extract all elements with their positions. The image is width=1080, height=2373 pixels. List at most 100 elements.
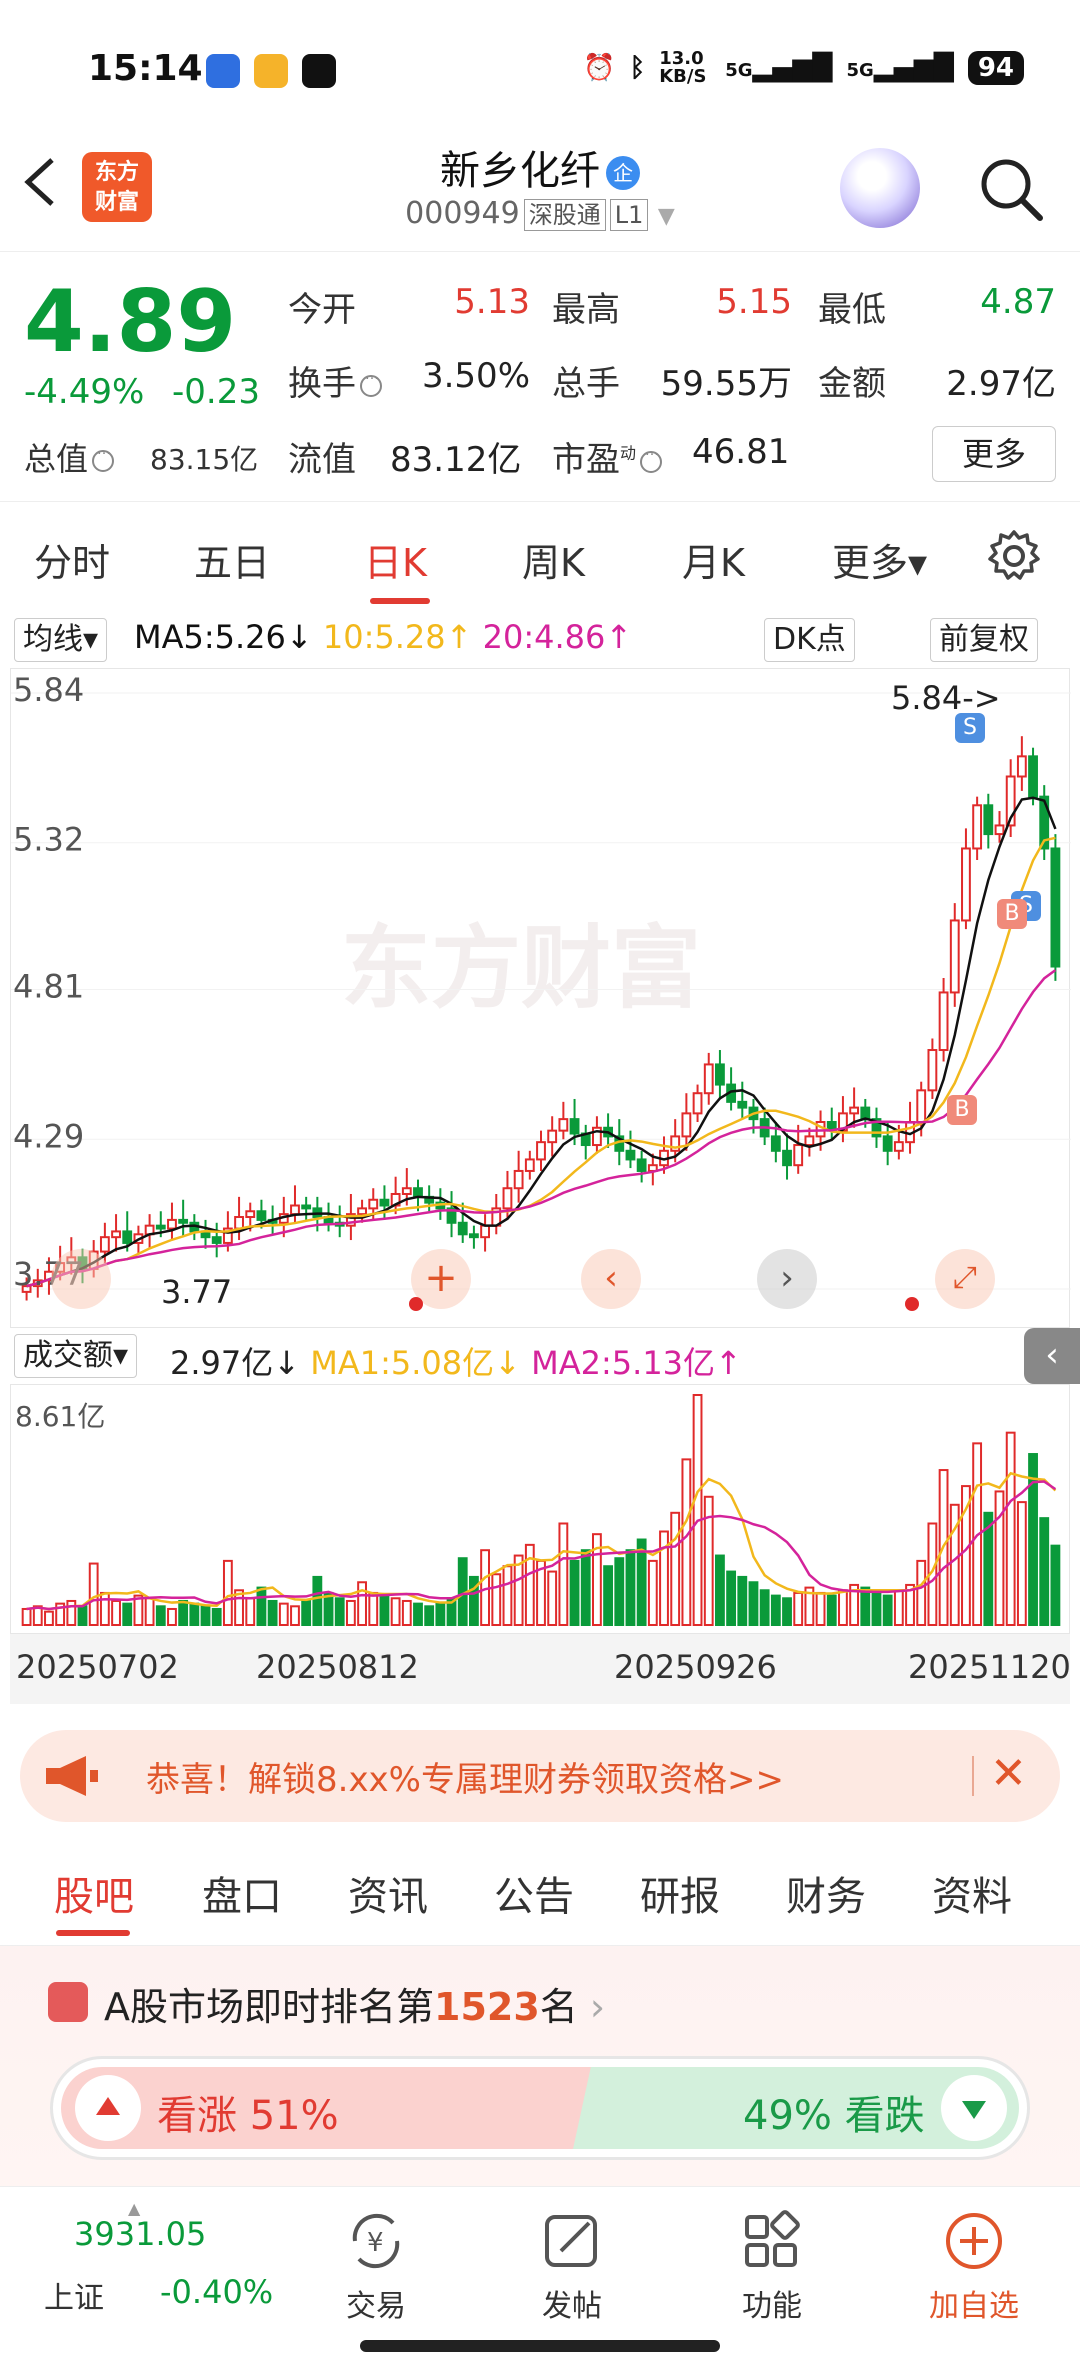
chevron-right-icon: ›: [589, 1985, 606, 2029]
ranking-number: 1523: [434, 1985, 540, 2029]
nav-add-watchlist[interactable]: 加自选: [914, 2209, 1034, 2325]
search-button[interactable]: [976, 154, 1046, 224]
more-quote-button[interactable]: 更多: [932, 426, 1056, 482]
close-icon[interactable]: ✕: [990, 1748, 1027, 1799]
tab-profile[interactable]: 资料: [932, 1864, 1012, 1922]
tab-daily-k[interactable]: 日K: [364, 532, 427, 587]
tab-research[interactable]: 研报: [640, 1864, 720, 1922]
kline-y-labels: 5.845.324.814.293.77: [13, 671, 84, 1293]
volume-label: 总手: [552, 364, 620, 404]
amount-value: 2.97亿: [946, 364, 1056, 404]
tab-weekly-k[interactable]: 周K: [522, 532, 585, 587]
stock-code-row[interactable]: 000949 深股通 L1 ▼: [0, 196, 1080, 231]
volume-bar: [614, 1557, 625, 1627]
nav-post[interactable]: 发帖: [512, 2209, 632, 2325]
volume-bar: [345, 1599, 356, 1627]
enterprise-badge: 企: [606, 156, 640, 190]
caret-down-icon: ▼: [657, 204, 675, 229]
volume-bar: [334, 1597, 345, 1627]
quote-panel: 4.89 -4.49% -0.23 今开 5.13 最高 5.15 最低 4.8…: [0, 252, 1080, 502]
period-tabs: 分时 五日 日K 周K 月K 更多▾: [0, 502, 1080, 612]
index-percent: -0.40%: [160, 2273, 274, 2311]
volume-chart[interactable]: 8.61亿: [10, 1384, 1070, 1634]
assistant-robot-icon[interactable]: [840, 148, 920, 228]
tab-announcements[interactable]: 公告: [494, 1864, 574, 1922]
candle-body: [178, 1218, 189, 1224]
zoom-out-button[interactable]: [51, 1249, 111, 1309]
candle-body: [290, 1204, 300, 1216]
event-dot: [409, 1297, 423, 1311]
volume-bar: [390, 1597, 401, 1627]
megaphone-icon: [46, 1756, 98, 1796]
volume-bar: [647, 1559, 658, 1626]
info-icon[interactable]: [92, 442, 115, 472]
mktcap-value: 83.15亿: [150, 443, 259, 476]
tab-monthly-k[interactable]: 月K: [682, 532, 745, 587]
section-tabs: 股吧 盘口 资讯 公告 研报 财务 资料: [0, 1838, 1080, 1946]
chevron-left-icon[interactable]: ‹: [581, 1249, 641, 1309]
volume-bar: [256, 1586, 267, 1626]
candle-body: [524, 1158, 535, 1172]
fullscreen-icon[interactable]: ⤢: [935, 1249, 995, 1309]
sell-marker[interactable]: S: [955, 713, 985, 743]
candle-body: [256, 1210, 267, 1221]
nav-functions[interactable]: 功能: [712, 2209, 832, 2325]
tab-more[interactable]: 更多▾: [832, 532, 927, 587]
float-value: 83.12亿: [390, 440, 522, 480]
stock-header: 东方财富 新乡化纤企 000949 深股通 L1 ▼: [0, 130, 1080, 252]
promo-banner[interactable]: 恭喜！解锁8.xx%专属理财券领取资格>> ✕: [20, 1730, 1060, 1822]
tab-orderbook[interactable]: 盘口: [202, 1864, 282, 1922]
kline-chart[interactable]: 东方财富 5.84 5.32 4.81 4.29 3.77 5.84-> 3.77 S …: [10, 668, 1071, 1328]
volume-bar: [625, 1549, 636, 1626]
tab-five-day[interactable]: 五日: [194, 532, 270, 587]
high-label: 最高: [552, 290, 620, 330]
chevron-right-icon[interactable]: ›: [757, 1249, 817, 1309]
vote-down-button[interactable]: [941, 2075, 1007, 2141]
volume-value: 59.55万: [660, 364, 792, 404]
pe-label: 市盈动: [552, 432, 666, 481]
candle-body: [111, 1230, 121, 1239]
info-icon[interactable]: [640, 443, 663, 473]
volume-selector[interactable]: 成交额▾: [14, 1334, 138, 1378]
tab-finance[interactable]: 财务: [786, 1864, 866, 1922]
current-price: 4.89: [24, 272, 237, 372]
buy-marker[interactable]: B: [947, 1095, 977, 1125]
volume-bar: [21, 1607, 32, 1626]
y-tick-label: 5.32: [13, 821, 84, 859]
candle-body: [1028, 755, 1038, 798]
volume-bar: [670, 1511, 681, 1626]
volume-bar: [111, 1599, 121, 1627]
candle-body: [882, 1135, 893, 1152]
low-marker: 3.77: [161, 1273, 233, 1311]
ranking-card: A股市场即时排名第1523名 › 看涨 51% 49% 看跌: [0, 1946, 1080, 2186]
adjust-button[interactable]: 前复权: [930, 618, 1038, 662]
collapse-panel-button[interactable]: ‹: [1024, 1328, 1080, 1384]
volume-header: 成交额▾ 2.97亿↓ MA1:5.08亿↓ MA2:5.13亿↑ ‹: [0, 1328, 1080, 1384]
dk-point-button[interactable]: DK点: [764, 618, 855, 662]
volume-bar: [793, 1591, 804, 1626]
candle-body: [513, 1169, 524, 1190]
volume-values: 2.97亿↓ MA1:5.08亿↓ MA2:5.13亿↑: [170, 1338, 742, 1384]
level-tag: L1: [609, 199, 649, 231]
tab-intraday[interactable]: 分时: [34, 532, 110, 587]
candle-body: [301, 1204, 312, 1210]
ranking-text[interactable]: A股市场即时排名第1523名 ›: [104, 1976, 605, 2031]
chart-settings-button[interactable]: [984, 526, 1044, 586]
candle-body: [457, 1221, 468, 1236]
y-tick-label: 4.81: [13, 968, 84, 1006]
buy-marker-2[interactable]: B: [997, 899, 1027, 929]
info-icon[interactable]: [360, 367, 382, 397]
index-value[interactable]: 3931.05: [74, 2215, 206, 2253]
candle-body: [737, 1100, 748, 1109]
candle-body: [155, 1224, 166, 1230]
search-icon: [981, 159, 1043, 221]
candle-body: [99, 1236, 110, 1253]
nav-trade[interactable]: ¥ 交易: [316, 2209, 436, 2325]
volume-bar: [401, 1599, 412, 1627]
tab-news[interactable]: 资讯: [348, 1864, 428, 1922]
bluetooth-icon: ᛒ: [629, 53, 646, 83]
ma-selector[interactable]: 均线▾: [14, 618, 108, 662]
vote-up-button[interactable]: [75, 2075, 141, 2141]
candle-body: [949, 919, 960, 994]
tab-guba[interactable]: 股吧: [54, 1864, 134, 1922]
